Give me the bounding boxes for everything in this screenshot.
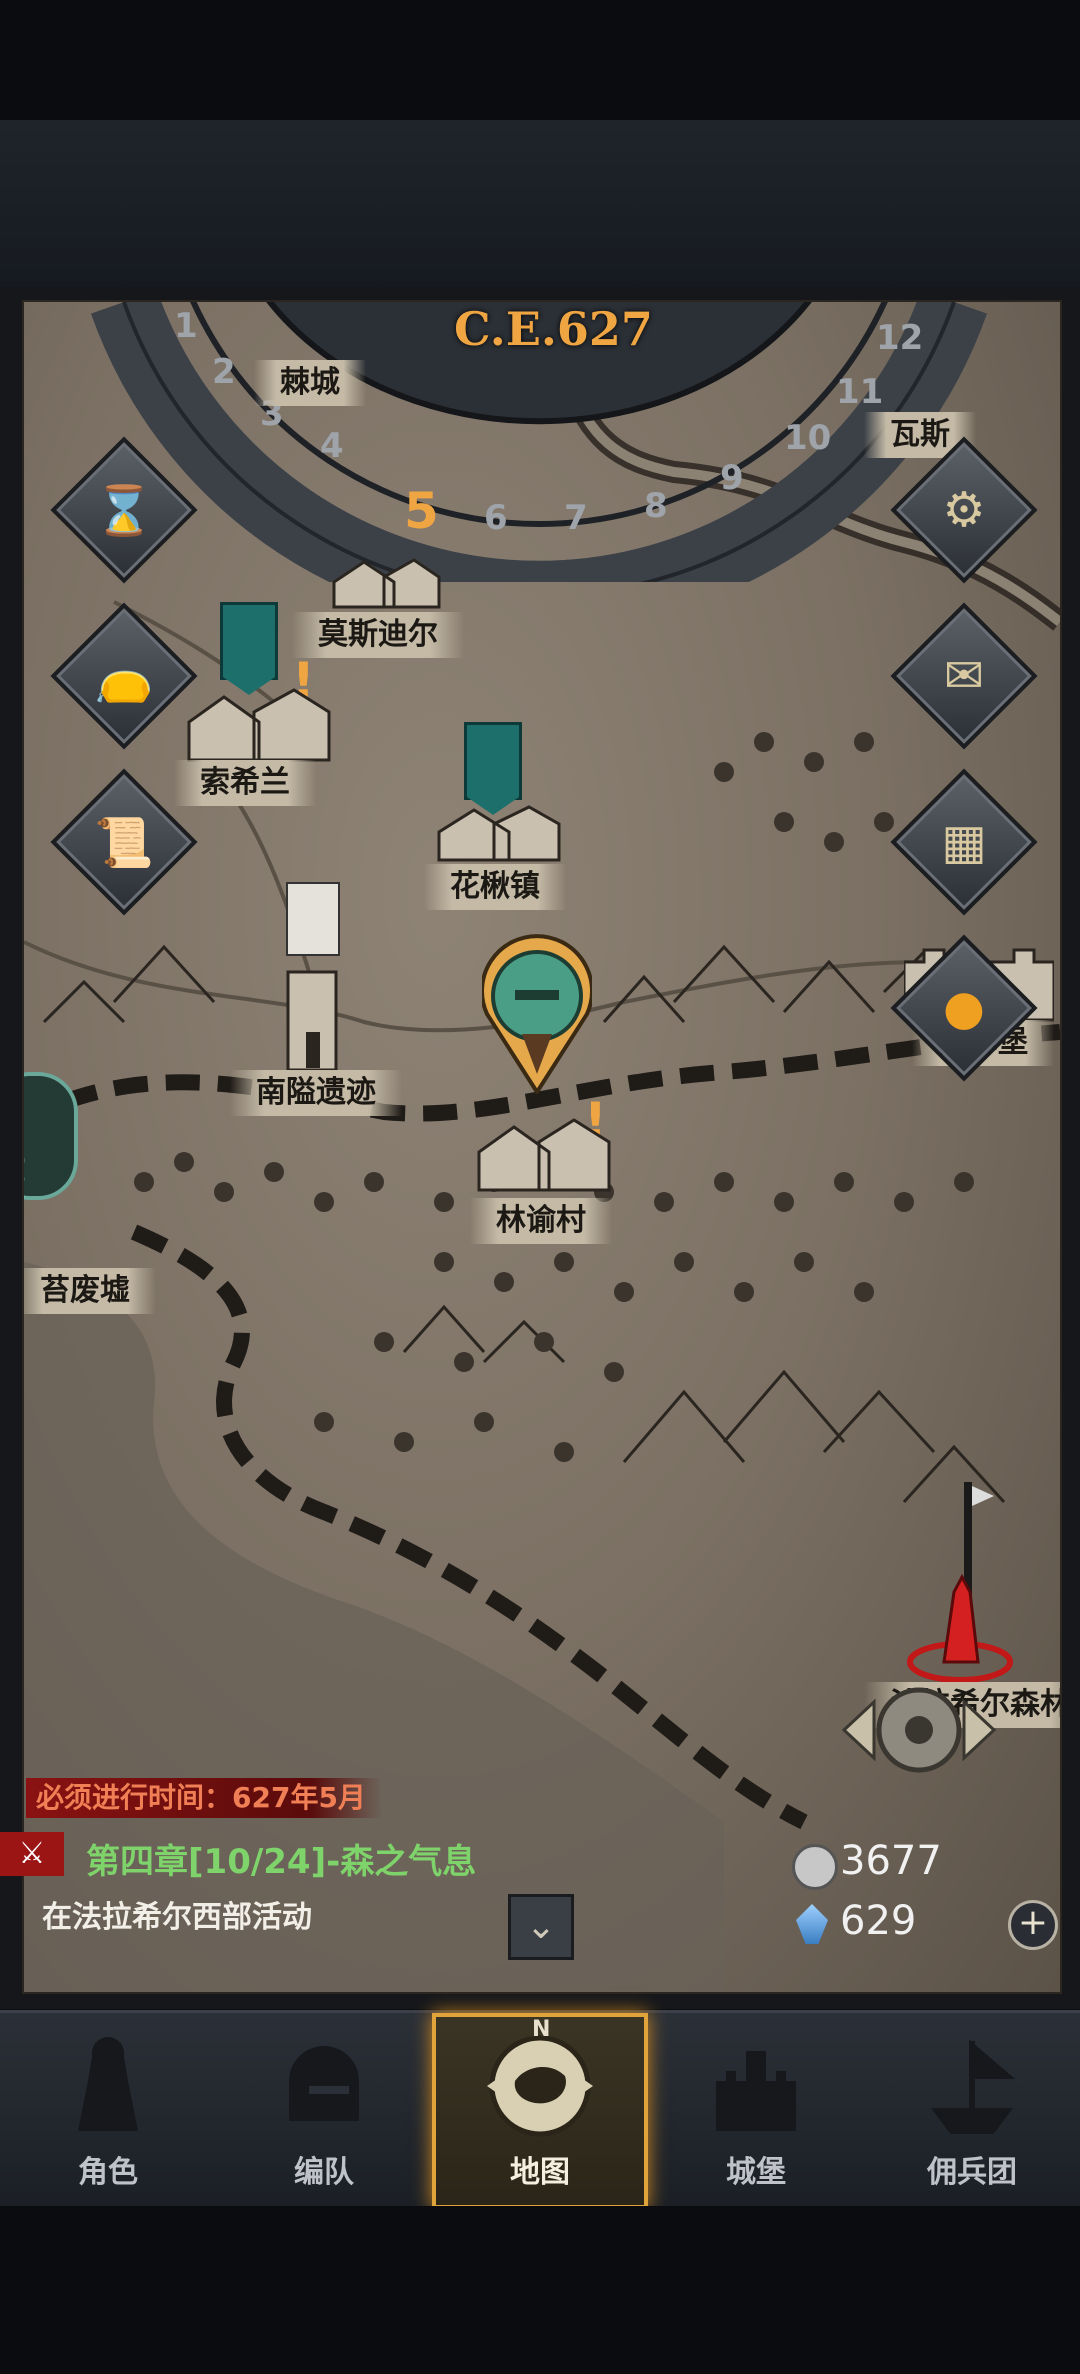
- player-helmet-marker[interactable]: [480, 934, 594, 1096]
- month-1[interactable]: 1: [174, 306, 198, 346]
- month-8[interactable]: 8: [644, 486, 668, 526]
- quest-deadline: 必须进行时间：627年5月: [26, 1778, 382, 1818]
- crosshair-arrows-icon: [841, 1687, 997, 1773]
- gold-coin-icon: ●: [943, 980, 985, 1036]
- battle-crystal-marker[interactable]: [904, 1482, 1024, 1683]
- compass-map-icon: [487, 2035, 593, 2137]
- silver-coin-icon: [792, 1844, 838, 1890]
- map-label-nanyi[interactable]: 南隘遗迹: [230, 1070, 402, 1116]
- map-label-linyu[interactable]: 林谕村: [470, 1198, 612, 1244]
- tab-mercenary-label: 佣兵团: [927, 2155, 1017, 2190]
- tab-castle[interactable]: 城堡: [648, 2013, 864, 2209]
- white-flag-icon: [286, 882, 340, 956]
- gear-icon: ⚙: [942, 482, 986, 538]
- castle-icon: [716, 2051, 796, 2131]
- helmet-icon: [289, 2046, 359, 2121]
- bag-icon: 👝: [94, 648, 154, 705]
- map-label-partial-top-left[interactable]: 棘城: [254, 360, 366, 406]
- huaqiu-town-icon[interactable]: [434, 802, 564, 862]
- month-11[interactable]: 11: [836, 372, 883, 412]
- tab-formation[interactable]: 编队: [216, 2013, 432, 2209]
- month-4[interactable]: 4: [320, 426, 344, 466]
- quest-chapter: 第四章[10/24]-森之气息: [86, 1842, 477, 1882]
- nanyi-tower-icon[interactable]: [282, 962, 342, 1072]
- system-bottom-area: [0, 2206, 1080, 2374]
- silver-amount: 3677: [840, 1838, 942, 1884]
- tab-formation-label: 编队: [294, 2155, 354, 2190]
- map-label-huaqiu[interactable]: 花楸镇: [424, 864, 566, 910]
- tab-map-label: 地图: [510, 2155, 570, 2190]
- month-10[interactable]: 10: [784, 418, 831, 458]
- mercenary-ship-icon: [931, 2039, 1016, 2134]
- plus-icon: +: [1017, 1902, 1049, 1943]
- window-icon: ▦: [941, 814, 987, 870]
- map-label-partial-left-ruins[interactable]: 苔废墟: [24, 1268, 156, 1314]
- era-label: C.E.627: [454, 302, 653, 356]
- month-5-current[interactable]: 5: [404, 482, 439, 540]
- month-12[interactable]: 12: [876, 318, 923, 358]
- moscdir-town-icon[interactable]: [324, 552, 444, 612]
- suoxilan-town-icon[interactable]: [184, 682, 334, 762]
- tab-character-label: 角色: [78, 2155, 138, 2190]
- tab-map[interactable]: N 地图: [432, 2013, 648, 2209]
- collapse-quest-button[interactable]: ⌄: [508, 1894, 574, 1960]
- map-label-moscdir[interactable]: 莫斯迪尔: [292, 612, 464, 658]
- chevron-down-icon: ⌄: [525, 1906, 557, 1947]
- month-9[interactable]: 9: [720, 458, 744, 498]
- teal-flag-icon: [220, 602, 278, 695]
- add-resource-button[interactable]: +: [1008, 1900, 1058, 1950]
- knight-icon: [78, 2037, 138, 2131]
- hourglass-icon: ⌛: [94, 482, 154, 539]
- envelope-icon: ✉: [943, 648, 985, 704]
- map-label-suoxilan[interactable]: 索希兰: [174, 760, 316, 806]
- linyu-village-icon[interactable]: [474, 1112, 614, 1192]
- quest-task: 在法拉希尔西部活动: [42, 1900, 312, 1935]
- month-7[interactable]: 7: [564, 498, 588, 538]
- recenter-button[interactable]: [834, 1680, 1004, 1780]
- compass-north-label: N: [532, 2017, 551, 2042]
- crystal-amount: 629: [840, 1898, 917, 1944]
- top-status-area: [0, 120, 1080, 290]
- month-6[interactable]: 6: [484, 498, 508, 538]
- bottom-nav: 角色 编队 N 地图 城堡 佣兵团: [0, 2010, 1080, 2209]
- month-2[interactable]: 2: [212, 352, 236, 392]
- side-badge-value: 4300: [22, 1134, 28, 1207]
- tab-castle-label: 城堡: [726, 2155, 786, 2190]
- teal-flag-icon: [464, 722, 522, 815]
- tab-character[interactable]: 角色: [0, 2013, 216, 2209]
- scroll-icon: 📜: [94, 814, 154, 871]
- side-power-badge[interactable]: 4300: [24, 1072, 78, 1206]
- crossed-swords-icon: ⚔: [0, 1832, 64, 1876]
- tab-mercenary[interactable]: 佣兵团: [864, 2013, 1080, 2209]
